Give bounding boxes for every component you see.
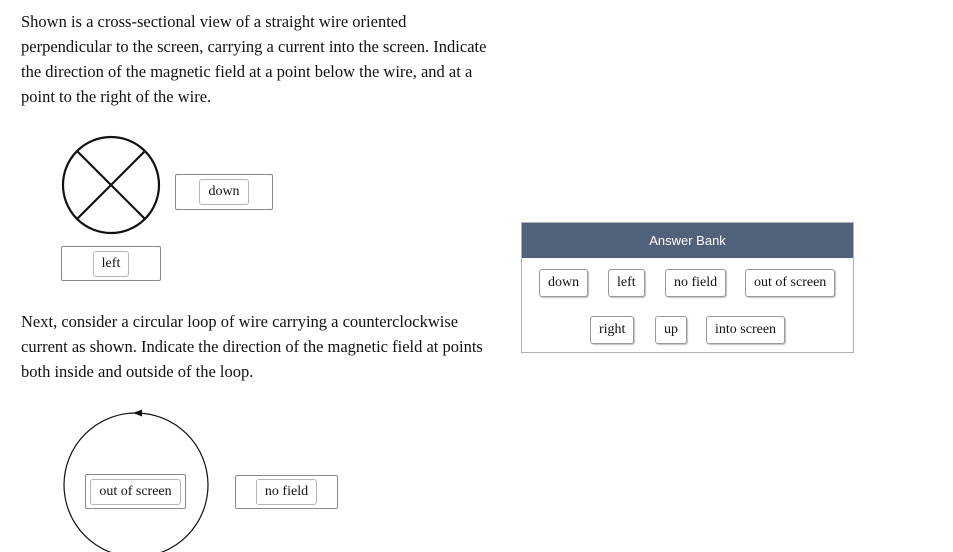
- answer-chip-right-of-wire[interactable]: down: [199, 179, 249, 205]
- drop-zone-inside-loop[interactable]: out of screen: [85, 474, 186, 509]
- answer-bank: Answer Bank down left no field out of sc…: [521, 222, 854, 353]
- answer-chip-below-wire[interactable]: left: [92, 250, 130, 277]
- bank-item-into-screen[interactable]: into screen: [706, 316, 786, 344]
- question-page: Shown is a cross-sectional view of a str…: [0, 0, 953, 552]
- bank-item-down[interactable]: down: [539, 269, 589, 297]
- answer-chip-outside-loop[interactable]: no field: [255, 479, 318, 505]
- question-2-text: Next, consider a circular loop of wire c…: [21, 312, 483, 381]
- drop-zone-right-of-wire[interactable]: down: [175, 174, 273, 210]
- drop-zone-below-wire[interactable]: left: [61, 246, 161, 281]
- drop-zone-outside-loop[interactable]: no field: [235, 475, 338, 509]
- counterclockwise-arrow-icon: [133, 409, 142, 417]
- answer-chip-inside-loop[interactable]: out of screen: [90, 478, 181, 505]
- bank-item-out-of-screen[interactable]: out of screen: [745, 269, 836, 297]
- bank-item-no-field[interactable]: no field: [665, 269, 727, 297]
- answer-bank-title: Answer Bank: [522, 223, 853, 258]
- bank-item-right[interactable]: right: [590, 316, 635, 344]
- wire-into-screen-icon: [61, 135, 161, 235]
- question-1-text: Shown is a cross-sectional view of a str…: [21, 12, 487, 106]
- bank-item-up[interactable]: up: [655, 316, 687, 344]
- bank-item-left[interactable]: left: [608, 269, 645, 297]
